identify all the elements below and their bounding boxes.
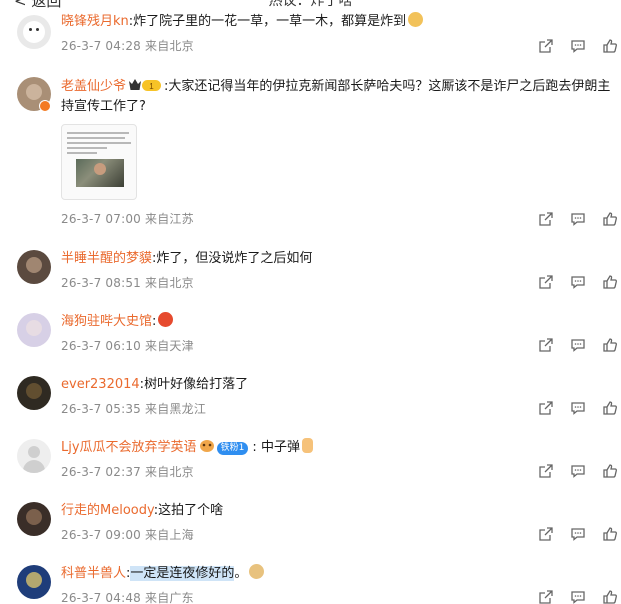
comment-date: 26-3-7 08:51 bbox=[61, 276, 141, 290]
comment-actions bbox=[538, 38, 618, 56]
share-icon[interactable] bbox=[538, 589, 554, 604]
comment-location: 来自江苏 bbox=[145, 212, 194, 226]
comment-location: 来自上海 bbox=[145, 528, 194, 542]
avatar[interactable] bbox=[17, 565, 51, 599]
comment-location: 来自天津 bbox=[145, 339, 194, 353]
comment-author[interactable]: 晓锋残月kn bbox=[61, 14, 129, 29]
comment-actions bbox=[538, 274, 618, 292]
comment-actions: 1 bbox=[538, 463, 618, 481]
comment-actions bbox=[538, 526, 618, 544]
avatar[interactable] bbox=[17, 15, 51, 49]
page-title: 热议：炸了啥 bbox=[268, 0, 353, 8]
comment-text: 。 bbox=[234, 566, 248, 581]
avatar[interactable] bbox=[17, 313, 51, 347]
cat-face-emoji-icon bbox=[408, 12, 424, 27]
comment-meta: 26-3-7 04:28 来自北京 bbox=[61, 38, 194, 54]
comment-text: 炸了，但没说炸了之后如何 bbox=[156, 251, 313, 266]
comment-icon[interactable] bbox=[570, 38, 586, 54]
comment-location: 来自广东 bbox=[145, 591, 194, 604]
comment-date: 26-3-7 09:00 bbox=[61, 528, 141, 542]
comment-icon[interactable] bbox=[570, 274, 586, 290]
like-icon[interactable]: 1 bbox=[602, 211, 618, 227]
crown-badge-icon: 1 bbox=[128, 77, 162, 93]
comment-date: 26-3-7 04:28 bbox=[61, 39, 141, 53]
top-bar: < 返回 热议：炸了啥 bbox=[0, 0, 621, 8]
comment-body: 老盖仙少爷 1:大家还记得当年的伊拉克新闻部长萨哈夫吗？这厮该不是诈尸之后跑去伊朗… bbox=[61, 77, 611, 117]
comment-image-thumbnail[interactable] bbox=[61, 124, 137, 200]
comment-actions bbox=[538, 400, 618, 418]
comment-actions: 1 bbox=[538, 211, 618, 229]
share-icon[interactable] bbox=[538, 337, 554, 353]
comment-location: 来自北京 bbox=[145, 39, 194, 53]
comment-actions bbox=[538, 337, 618, 355]
comment-date: 26-3-7 04:48 bbox=[61, 591, 141, 604]
colon: : bbox=[152, 314, 157, 329]
comment-author[interactable]: 半睡半醒的梦貘 bbox=[61, 251, 152, 266]
avatar[interactable] bbox=[17, 250, 51, 284]
like-icon[interactable] bbox=[602, 589, 618, 604]
comment-icon[interactable] bbox=[570, 589, 586, 604]
comment-meta: 26-3-7 02:37 来自北京 bbox=[61, 464, 194, 480]
comment-meta: 26-3-7 05:35 来自黑龙江 bbox=[61, 401, 206, 417]
fan-badge: 铁粉1 bbox=[216, 442, 249, 455]
tomato-emoji-icon bbox=[158, 312, 174, 327]
comment-text: 中子弹 bbox=[260, 440, 300, 455]
like-icon[interactable]: 1 bbox=[602, 463, 618, 479]
comment-meta: 26-3-7 04:48 来自广东 bbox=[61, 590, 194, 604]
like-icon[interactable] bbox=[602, 38, 618, 54]
like-icon[interactable] bbox=[602, 337, 618, 353]
comment-author[interactable]: 行走的Meloody bbox=[61, 503, 154, 518]
thumbnail-photo bbox=[76, 159, 124, 187]
comment-location: 来自北京 bbox=[145, 465, 194, 479]
comment-text: 树叶好像给打落了 bbox=[144, 377, 249, 392]
comment-icon[interactable] bbox=[570, 526, 586, 542]
avatar[interactable] bbox=[17, 376, 51, 410]
colon: : bbox=[248, 440, 261, 455]
share-icon[interactable] bbox=[538, 211, 554, 227]
comment-meta: 26-3-7 09:00 来自上海 bbox=[61, 527, 194, 543]
comment-location: 来自北京 bbox=[145, 276, 194, 290]
like-icon[interactable] bbox=[602, 274, 618, 290]
share-icon[interactable] bbox=[538, 38, 554, 54]
thumb-emoji-icon bbox=[301, 438, 313, 453]
comment-text: 炸了院子里的一花一草，一草一木，都算是炸到 bbox=[133, 14, 407, 29]
comment-icon[interactable] bbox=[570, 400, 586, 416]
comment-meta: 26-3-7 08:51 来自北京 bbox=[61, 275, 194, 291]
comment-icon[interactable] bbox=[570, 463, 586, 479]
comment-author[interactable]: 老盖仙少爷 bbox=[61, 79, 126, 94]
comment-icon[interactable] bbox=[570, 337, 586, 353]
comment-text-highlighted[interactable]: 一定是连夜修好的 bbox=[130, 566, 235, 581]
comment-author[interactable]: 科普半兽人 bbox=[61, 566, 126, 581]
share-icon[interactable] bbox=[538, 463, 554, 479]
doge-emoji-icon bbox=[249, 564, 265, 579]
avatar[interactable] bbox=[17, 439, 51, 473]
verified-badge-icon bbox=[39, 100, 51, 112]
comment-date: 26-3-7 05:35 bbox=[61, 402, 141, 416]
comment-location: 来自黑龙江 bbox=[145, 402, 207, 416]
crown-badge-level: 1 bbox=[149, 82, 154, 91]
comment-date: 26-3-7 07:00 bbox=[61, 212, 141, 226]
comment-meta: 26-3-7 07:00 来自江苏 bbox=[61, 211, 194, 227]
comment-actions bbox=[538, 589, 618, 604]
comment-text: 这拍了个啥 bbox=[158, 503, 224, 518]
comment-icon[interactable] bbox=[570, 211, 586, 227]
comment-date: 26-3-7 02:37 bbox=[61, 465, 141, 479]
share-icon[interactable] bbox=[538, 526, 554, 542]
comment-meta: 26-3-7 06:10 来自天津 bbox=[61, 338, 194, 354]
comment-date: 26-3-7 06:10 bbox=[61, 339, 141, 353]
comment-author[interactable]: 海狗驻哔大史馆 bbox=[61, 314, 152, 329]
share-icon[interactable] bbox=[538, 274, 554, 290]
share-icon[interactable] bbox=[538, 400, 554, 416]
like-icon[interactable] bbox=[602, 400, 618, 416]
like-icon[interactable] bbox=[602, 526, 618, 542]
comment-author[interactable]: ever232014 bbox=[61, 377, 140, 392]
comment-author[interactable]: Ljy瓜瓜不会放弃学英语 bbox=[61, 440, 197, 455]
avatar[interactable] bbox=[17, 502, 51, 536]
fan-mask-icon bbox=[199, 439, 215, 453]
